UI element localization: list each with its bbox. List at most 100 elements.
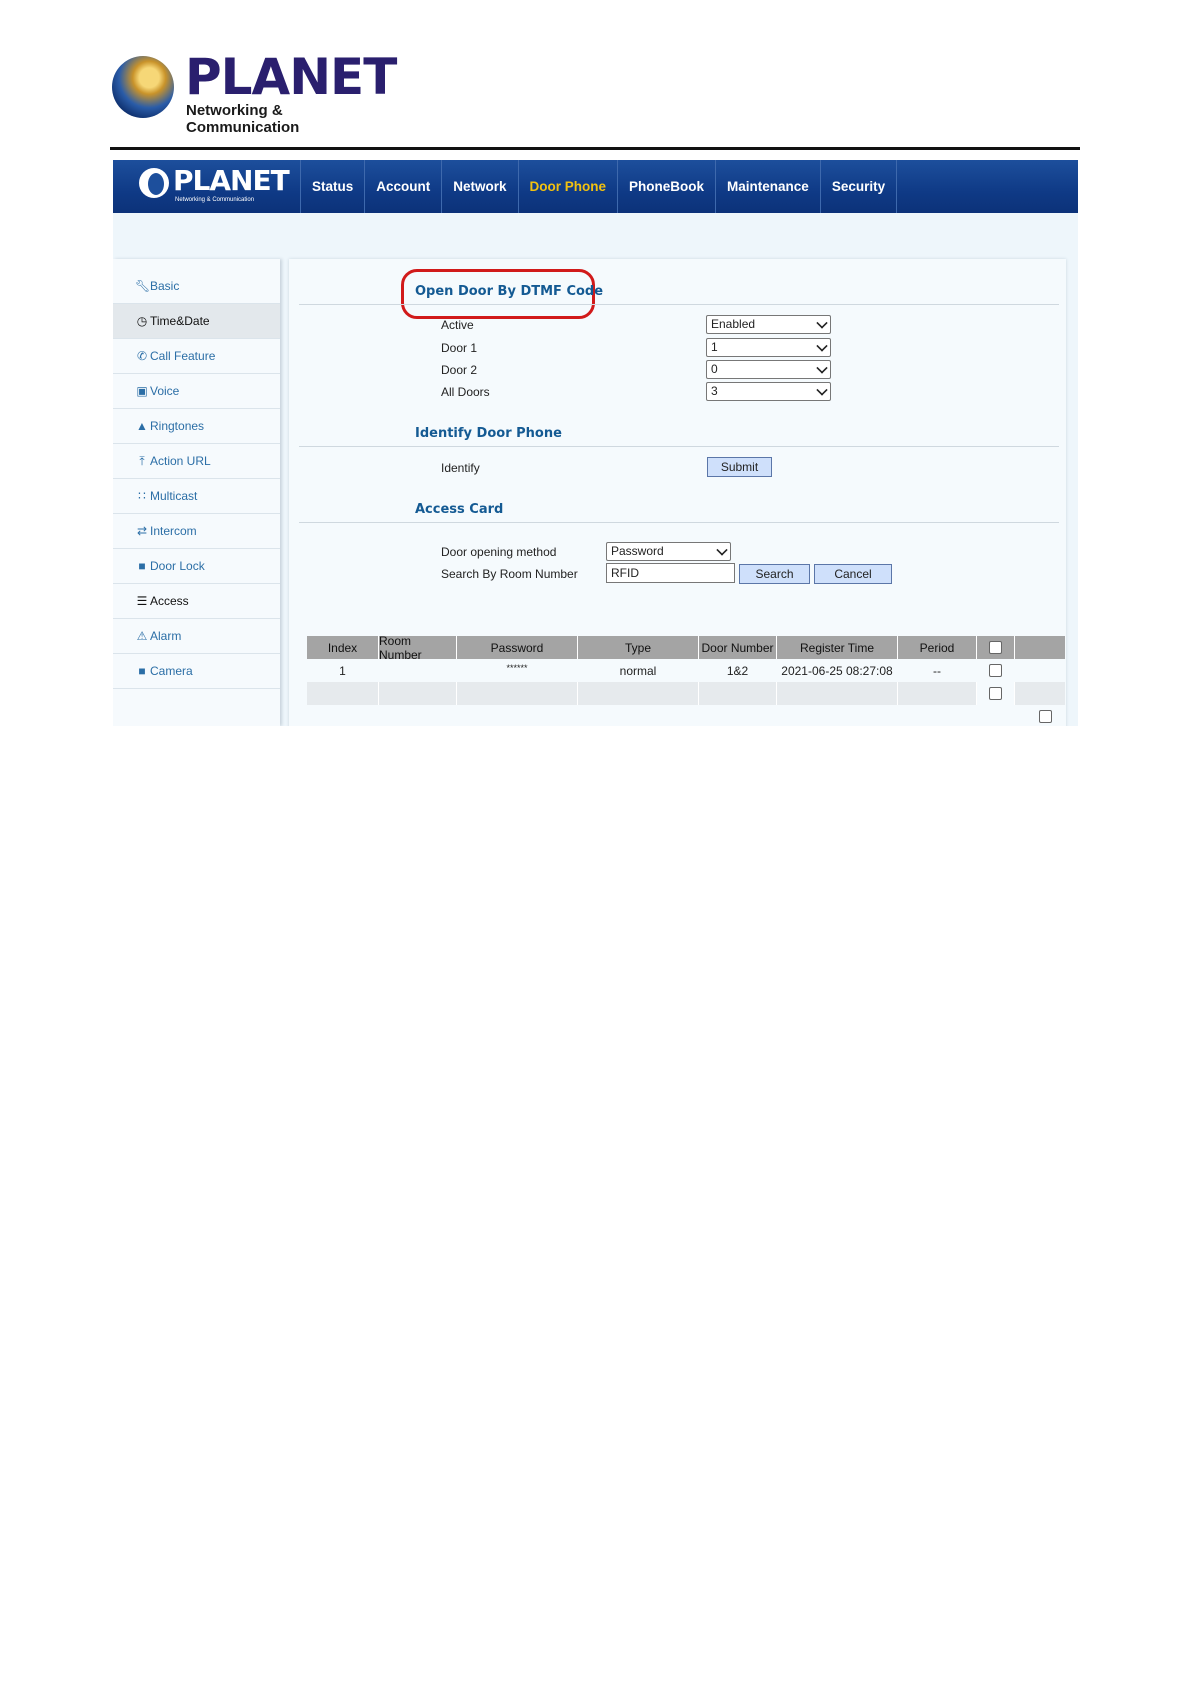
room-cell <box>379 659 457 682</box>
sidebar-item-label: Door Lock <box>150 559 205 573</box>
grid-icon: ∷ <box>138 489 146 503</box>
type-cell: normal <box>619 663 657 678</box>
sidebar-item-label: Access <box>150 594 189 608</box>
identify-label: Identify <box>441 461 480 475</box>
active-select-value: Enabled <box>711 317 756 331</box>
sidebar-item-call-feature[interactable]: ✆ Call Feature <box>113 339 280 374</box>
search-label: Search By Room Number <box>441 567 578 581</box>
empty-cell <box>898 682 977 705</box>
column-header: Period <box>898 636 977 659</box>
chevron-down-icon <box>816 340 828 352</box>
swap-icon: ⇄ <box>136 524 148 538</box>
door1-select-value: 1 <box>711 340 718 354</box>
nav-account[interactable]: Account <box>364 160 441 213</box>
nav-security[interactable]: Security <box>819 160 898 213</box>
sidebar-item-action-url[interactable]: ⤒ Action URL <box>113 444 280 479</box>
main-nav: Status Account Network Door Phone PhoneB… <box>300 160 898 213</box>
empty-cell <box>578 682 699 705</box>
sidebar-item-basic[interactable]: 🔧︎ Basic <box>113 269 280 304</box>
sidebar-item-voice[interactable]: ▣ Voice <box>113 374 280 409</box>
table-row <box>307 705 1065 726</box>
sidebar-item-label: Basic <box>150 279 180 293</box>
room-search-input[interactable]: RFID <box>606 563 735 583</box>
empty-cell <box>699 682 777 705</box>
chevron-down-icon <box>816 384 828 396</box>
door1-select[interactable]: 1 <box>706 338 831 357</box>
nav-status[interactable]: Status <box>300 160 364 213</box>
sidebar: 🔧︎ Basic ◷ Time&Date ✆ Call Feature ▣ Vo… <box>113 259 280 726</box>
sidebar-item-multicast[interactable]: ∷ Multicast <box>113 479 280 514</box>
content-panel: Open Door By DTMF Code Active Enabled Do… <box>289 259 1066 726</box>
row-checkbox[interactable] <box>1039 710 1052 723</box>
submit-button[interactable]: Submit <box>707 457 772 477</box>
upload-icon: ⤒ <box>139 453 145 468</box>
period-cell: -- <box>933 663 941 678</box>
table-row <box>307 682 1065 705</box>
brand-logo[interactable]: PLANET Networking & Communication <box>139 164 309 206</box>
column-header: Password <box>457 636 578 659</box>
clock-icon: ◷ <box>136 314 148 328</box>
sidebar-item-label: Alarm <box>150 629 182 643</box>
top-navbar: PLANET Networking & Communication Status… <box>113 160 1078 213</box>
section-divider <box>299 304 1059 305</box>
nav-phonebook[interactable]: PhoneBook <box>617 160 715 213</box>
row-check-cell <box>1027 705 1065 726</box>
brand-globe-icon <box>139 168 169 198</box>
camera-icon: ■ <box>138 664 146 678</box>
sidebar-item-label: Voice <box>150 384 180 398</box>
nav-door-phone[interactable]: Door Phone <box>517 160 618 213</box>
empty-cell <box>307 705 1027 726</box>
bell-icon: ▲ <box>136 419 148 433</box>
voice-icon: ▣ <box>136 384 148 398</box>
column-header: Index <box>307 636 379 659</box>
globe-icon <box>112 56 174 118</box>
sidebar-item-label: Time&Date <box>150 314 210 328</box>
card-icon: ☰ <box>136 594 148 608</box>
section-title-dtmf: Open Door By DTMF Code <box>415 284 604 299</box>
cancel-button[interactable]: Cancel <box>814 564 892 584</box>
all-doors-select[interactable]: 3 <box>706 382 831 401</box>
row-check-cell <box>977 682 1015 705</box>
chevron-down-icon <box>716 544 728 556</box>
sidebar-item-label: Intercom <box>150 524 197 538</box>
sidebar-item-camera[interactable]: ■ Camera <box>113 654 280 689</box>
search-button[interactable]: Search <box>739 564 810 584</box>
empty-cell <box>379 682 457 705</box>
sidebar-item-ringtones[interactable]: ▲ Ringtones <box>113 409 280 444</box>
method-select-value: Password <box>611 544 664 558</box>
all-doors-label: All Doors <box>441 385 490 399</box>
lock-icon: ■ <box>138 559 146 573</box>
chevron-down-icon <box>816 362 828 374</box>
empty-cell <box>457 682 578 705</box>
sidebar-item-alarm[interactable]: ⚠︎ Alarm <box>113 619 280 654</box>
sidebar-item-time-date[interactable]: ◷ Time&Date <box>113 304 280 339</box>
method-label: Door opening method <box>441 545 557 559</box>
door2-label: Door 2 <box>441 363 478 377</box>
sidebar-item-door-lock[interactable]: ■ Door Lock <box>113 549 280 584</box>
nav-maintenance[interactable]: Maintenance <box>715 160 820 213</box>
nav-network[interactable]: Network <box>441 160 517 213</box>
select-all-checkbox[interactable] <box>989 641 1002 654</box>
logo-tagline: Networking & Communication <box>186 102 300 136</box>
sidebar-item-access[interactable]: ☰ Access <box>113 584 280 619</box>
active-select[interactable]: Enabled <box>706 315 831 334</box>
section-divider <box>299 446 1059 447</box>
sidebar-item-intercom[interactable]: ⇄ Intercom <box>113 514 280 549</box>
door2-select[interactable]: 0 <box>706 360 831 379</box>
sidebar-item-label: Ringtones <box>150 419 205 433</box>
column-header: Room Number <box>379 634 457 662</box>
logo-wordmark: PLANET <box>185 48 397 106</box>
row-checkbox[interactable] <box>989 687 1002 700</box>
active-label: Active <box>441 318 474 332</box>
method-select[interactable]: Password <box>606 542 731 561</box>
door1-label: Door 1 <box>441 341 478 355</box>
sidebar-item-label: Multicast <box>150 489 198 503</box>
row-checkbox[interactable] <box>989 664 1002 677</box>
wrench-icon: 🔧︎ <box>135 279 151 293</box>
door-cell: 1&2 <box>726 663 749 678</box>
time-cell: 2021-06-25 08:27:08 <box>781 663 893 678</box>
sidebar-item-label: Camera <box>150 664 193 678</box>
section-title-access: Access Card <box>415 502 504 517</box>
index-cell: 1 <box>339 663 346 678</box>
sidebar-item-label: Call Feature <box>150 349 216 363</box>
